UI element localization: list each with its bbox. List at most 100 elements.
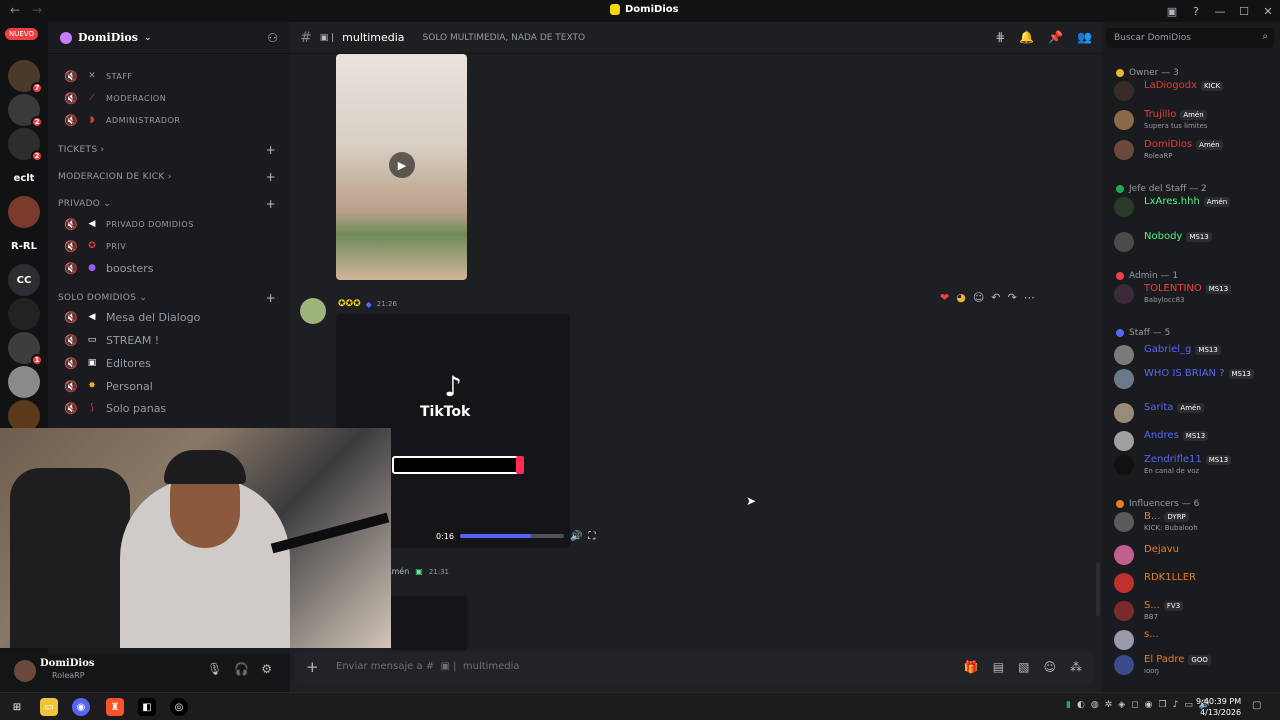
avatar[interactable] bbox=[300, 298, 326, 324]
channel-mesa-del-dialogo[interactable]: 🔇 ◀ Mesa del Dialogo bbox=[56, 307, 282, 327]
discord-taskbar-icon[interactable]: ◉ bbox=[72, 698, 90, 716]
member-item[interactable]: TOLENTINO MS13 Babylocc83 bbox=[1108, 281, 1276, 307]
category-moderacion-kick[interactable]: MODERACION DE KICK › + bbox=[58, 169, 280, 185]
fullscreen-icon[interactable]: ⛶ bbox=[588, 531, 595, 542]
tray-icon[interactable]: ◻ bbox=[1131, 700, 1138, 710]
server-cc[interactable]: CC bbox=[8, 264, 40, 296]
channel-stream[interactable]: 🔇 ▭ STREAM ! bbox=[56, 330, 282, 350]
member-item[interactable]: Nobody MS13 bbox=[1108, 229, 1276, 255]
bell-icon[interactable]: 🔔 bbox=[1019, 30, 1034, 44]
channel-moderacion[interactable]: 🔇 ⟋ MODERACION bbox=[56, 88, 282, 108]
tray-icon[interactable]: ◈ bbox=[1118, 700, 1125, 710]
obs-icon[interactable]: ◎ bbox=[170, 698, 188, 716]
forward-arrow-icon[interactable]: → bbox=[32, 3, 42, 17]
server-icon-8[interactable] bbox=[8, 298, 40, 330]
forward-icon[interactable]: ↷ bbox=[1008, 291, 1017, 304]
member-item[interactable]: S... FV3 BB7 bbox=[1108, 598, 1276, 624]
clock[interactable]: 9:40:39 PM 4/13/2026 bbox=[1196, 696, 1241, 718]
server-icon-5[interactable] bbox=[8, 196, 40, 228]
member-item[interactable]: RDK1LLER bbox=[1108, 570, 1276, 596]
volume-icon[interactable]: 🔊 bbox=[570, 531, 582, 542]
server-icon-10[interactable] bbox=[8, 366, 40, 398]
message-composer[interactable]: + Enviar mensaje a # ▣ | multimedia 🎁 ▤ … bbox=[294, 652, 1094, 684]
emoji-reaction-icon[interactable]: ◕ bbox=[956, 291, 966, 304]
channel-boosters[interactable]: 🔇 ● boosters bbox=[56, 258, 282, 278]
gift-icon[interactable]: 🎁 bbox=[964, 660, 979, 674]
notification-icon[interactable]: ▢ bbox=[1252, 700, 1261, 711]
invite-people-icon[interactable]: ⚇ bbox=[267, 31, 278, 45]
category-solo-domidios[interactable]: SOLO DOMIDIOS ⌄ + bbox=[58, 290, 280, 306]
search-box[interactable]: Buscar DomiDios ⌕ bbox=[1106, 28, 1274, 48]
video-attachment-1[interactable]: ▶ bbox=[336, 54, 467, 280]
member-item[interactable]: Andres MS13 bbox=[1108, 428, 1276, 454]
channel-administrador[interactable]: 🔇 ◗ ADMINISTRADOR bbox=[56, 110, 282, 130]
help-icon[interactable]: ? bbox=[1184, 5, 1208, 18]
tray-icon[interactable]: ✲ bbox=[1105, 700, 1113, 710]
channel-editores[interactable]: 🔇 ▣ Editores bbox=[56, 353, 282, 373]
avatar[interactable] bbox=[14, 660, 36, 682]
gif-icon[interactable]: ▤ bbox=[993, 660, 1004, 674]
close-button[interactable]: ✕ bbox=[1256, 5, 1280, 18]
file-explorer-icon[interactable]: ▭ bbox=[40, 698, 58, 716]
tray-icon[interactable]: ◉ bbox=[1145, 700, 1153, 710]
attach-plus-icon[interactable]: + bbox=[306, 658, 319, 676]
category-tickets[interactable]: TICKETS › + bbox=[58, 142, 280, 158]
add-channel-icon[interactable]: + bbox=[266, 143, 276, 157]
member-item[interactable]: DomiDios Amén RoleaRP bbox=[1108, 137, 1276, 163]
maximize-button[interactable]: ☐ bbox=[1232, 5, 1256, 18]
sticker-icon[interactable]: ▧ bbox=[1018, 660, 1029, 674]
microphone-icon[interactable]: 🎙 bbox=[207, 662, 222, 676]
tray-icon[interactable]: ♪ bbox=[1173, 700, 1179, 710]
username-emoji-icon[interactable]: ✪✪✪ bbox=[338, 299, 361, 309]
video-progress-track[interactable] bbox=[459, 534, 564, 538]
play-icon[interactable]: ▶ bbox=[389, 152, 415, 178]
reply-icon[interactable]: ↶ bbox=[991, 291, 1000, 304]
channel-priv[interactable]: 🔇 ✪ PRIV bbox=[56, 236, 282, 256]
member-item[interactable]: Dejavu bbox=[1108, 542, 1276, 568]
tray-icon[interactable]: ▮ bbox=[1066, 700, 1071, 710]
server-icon-1[interactable]: 7 bbox=[8, 60, 43, 94]
channel-solo-panas[interactable]: 🔇 ⟆ Solo panas bbox=[56, 398, 282, 418]
pin-icon[interactable]: 📌 bbox=[1048, 30, 1063, 44]
tray-icon[interactable]: ❒ bbox=[1158, 700, 1166, 710]
member-item[interactable]: WHO IS BRIAN ? MS13 bbox=[1108, 366, 1276, 392]
channel-topic[interactable]: SOLO MULTIMEDIA, NADA DE TEXTO bbox=[423, 33, 586, 43]
channel-privado-domidios[interactable]: 🔇 ◀ PRIVADO DOMIDIOS bbox=[56, 214, 282, 234]
server-header[interactable]: DomiDios ⌄ ⚇ bbox=[48, 22, 290, 54]
tray-icon[interactable]: ◍ bbox=[1091, 700, 1099, 710]
add-reaction-icon[interactable]: ☺ bbox=[973, 291, 984, 304]
channel-staff[interactable]: 🔇 ✕ STAFF bbox=[56, 66, 282, 86]
member-item[interactable]: Sarita Amén bbox=[1108, 400, 1276, 426]
network-icon[interactable]: ▭ bbox=[1184, 700, 1193, 710]
member-item[interactable]: LxAres.hhh Amén bbox=[1108, 194, 1276, 220]
scrollbar[interactable] bbox=[1096, 562, 1100, 616]
member-item[interactable]: B... DYRP KICK: Bubalooh bbox=[1108, 509, 1276, 535]
back-arrow-icon[interactable]: ← bbox=[10, 3, 20, 17]
member-item[interactable]: El Padre GOO ıooŋ bbox=[1108, 652, 1276, 678]
server-icon-9[interactable]: 1 bbox=[8, 332, 43, 366]
minimize-button[interactable]: — bbox=[1208, 5, 1232, 18]
member-item[interactable]: LaDiogodx KICK bbox=[1108, 78, 1276, 104]
more-options-icon[interactable]: ⋯ bbox=[1024, 291, 1035, 304]
emoji-icon[interactable]: ☺ bbox=[1043, 660, 1056, 674]
server-eclt[interactable]: eclt bbox=[8, 162, 40, 194]
brave-browser-icon[interactable]: ♜ bbox=[106, 698, 124, 716]
member-item[interactable]: s... bbox=[1108, 627, 1276, 653]
server-icon-2[interactable]: 2 bbox=[8, 94, 43, 128]
apps-icon[interactable]: ⁂ bbox=[1070, 660, 1082, 674]
add-channel-icon[interactable]: + bbox=[266, 197, 276, 211]
add-channel-icon[interactable]: + bbox=[266, 170, 276, 184]
headphones-icon[interactable]: 🎧 bbox=[234, 662, 249, 676]
member-item[interactable]: Gabriel_g MS13 bbox=[1108, 342, 1276, 368]
server-rrl[interactable]: R-RL bbox=[8, 230, 40, 262]
threads-icon[interactable]: ⋕ bbox=[995, 30, 1005, 44]
capcut-icon[interactable]: ◧ bbox=[138, 698, 156, 716]
member-item[interactable]: Zendrifle11 MS13 En canal de voz bbox=[1108, 452, 1276, 478]
category-privado[interactable]: PRIVADO ⌄ + bbox=[58, 196, 280, 212]
settings-gear-icon[interactable]: ⚙ bbox=[261, 662, 272, 676]
new-badge[interactable]: NUEVO bbox=[5, 28, 38, 40]
server-icon-3[interactable]: 2 bbox=[8, 128, 43, 162]
heart-reaction-icon[interactable]: ❤ bbox=[940, 291, 949, 304]
video-attachment-3[interactable] bbox=[390, 596, 468, 650]
channel-personal[interactable]: 🔇 ✸ Personal bbox=[56, 376, 282, 396]
